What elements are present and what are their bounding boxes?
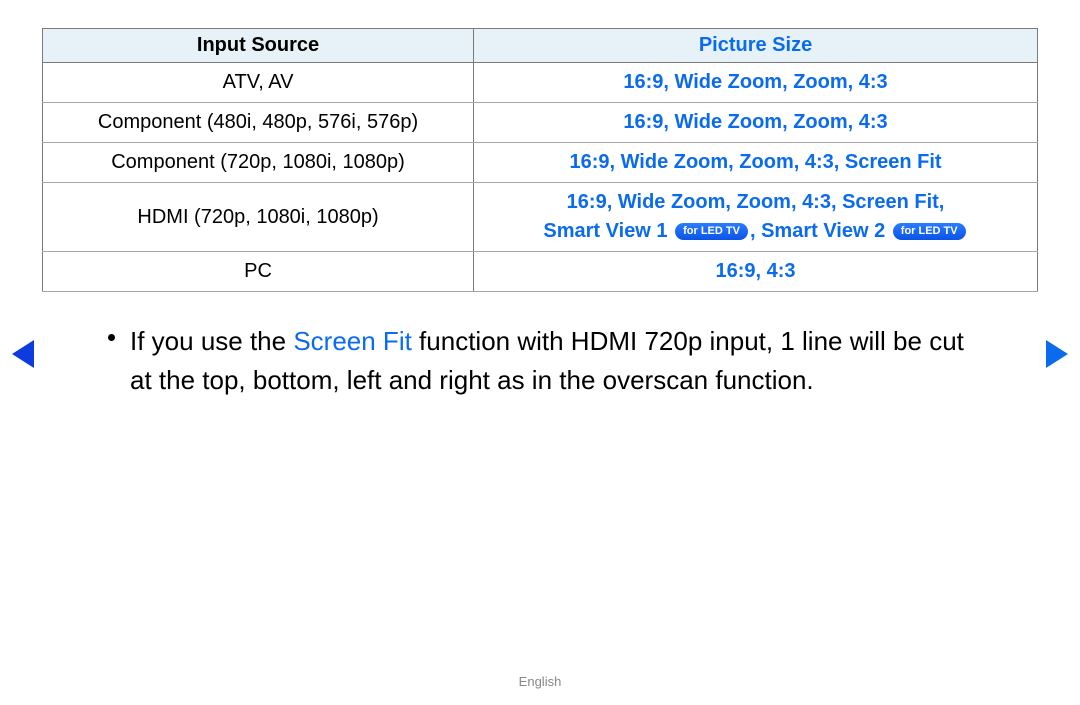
- bullet-note: If you use the Screen Fit function with …: [130, 322, 966, 400]
- led-tv-badge-icon: for LED TV: [893, 223, 966, 240]
- table-row: PC 16:9, 4:3: [43, 252, 1038, 292]
- cell-picture: 16:9, Wide Zoom, Zoom, 4:3, Screen Fit, …: [474, 183, 1038, 252]
- cell-picture: 16:9, Wide Zoom, Zoom, 4:3: [474, 63, 1038, 103]
- cell-picture: 16:9, Wide Zoom, Zoom, 4:3, Screen Fit: [474, 143, 1038, 183]
- table-row: Component (480i, 480p, 576i, 576p) 16:9,…: [43, 103, 1038, 143]
- sep: ,: [750, 220, 761, 242]
- prev-page-arrow-icon[interactable]: [12, 340, 34, 368]
- cell-source: ATV, AV: [43, 63, 474, 103]
- cell-source: HDMI (720p, 1080i, 1080p): [43, 183, 474, 252]
- header-picture-size: Picture Size: [474, 29, 1038, 63]
- next-page-arrow-icon[interactable]: [1046, 340, 1068, 368]
- cell-source: Component (720p, 1080i, 1080p): [43, 143, 474, 183]
- table-row: HDMI (720p, 1080i, 1080p) 16:9, Wide Zoo…: [43, 183, 1038, 252]
- cell-source: PC: [43, 252, 474, 292]
- led-tv-badge-icon: for LED TV: [675, 223, 748, 240]
- table-row: Component (720p, 1080i, 1080p) 16:9, Wid…: [43, 143, 1038, 183]
- bullet-dot-icon: [108, 334, 115, 341]
- cell-picture: 16:9, 4:3: [474, 252, 1038, 292]
- footer-language: English: [0, 674, 1080, 689]
- smart-view-2: Smart View 2: [761, 220, 885, 242]
- picture-size-table: Input Source Picture Size ATV, AV 16:9, …: [42, 28, 1038, 292]
- picture-line1: 16:9, Wide Zoom, Zoom, 4:3, Screen Fit,: [567, 191, 945, 213]
- bullet-text-pre: If you use the: [130, 326, 293, 356]
- cell-source: Component (480i, 480p, 576i, 576p): [43, 103, 474, 143]
- bullet-highlight: Screen Fit: [293, 326, 412, 356]
- smart-view-1: Smart View 1: [543, 220, 667, 242]
- cell-picture: 16:9, Wide Zoom, Zoom, 4:3: [474, 103, 1038, 143]
- table-row: ATV, AV 16:9, Wide Zoom, Zoom, 4:3: [43, 63, 1038, 103]
- header-input-source: Input Source: [43, 29, 474, 63]
